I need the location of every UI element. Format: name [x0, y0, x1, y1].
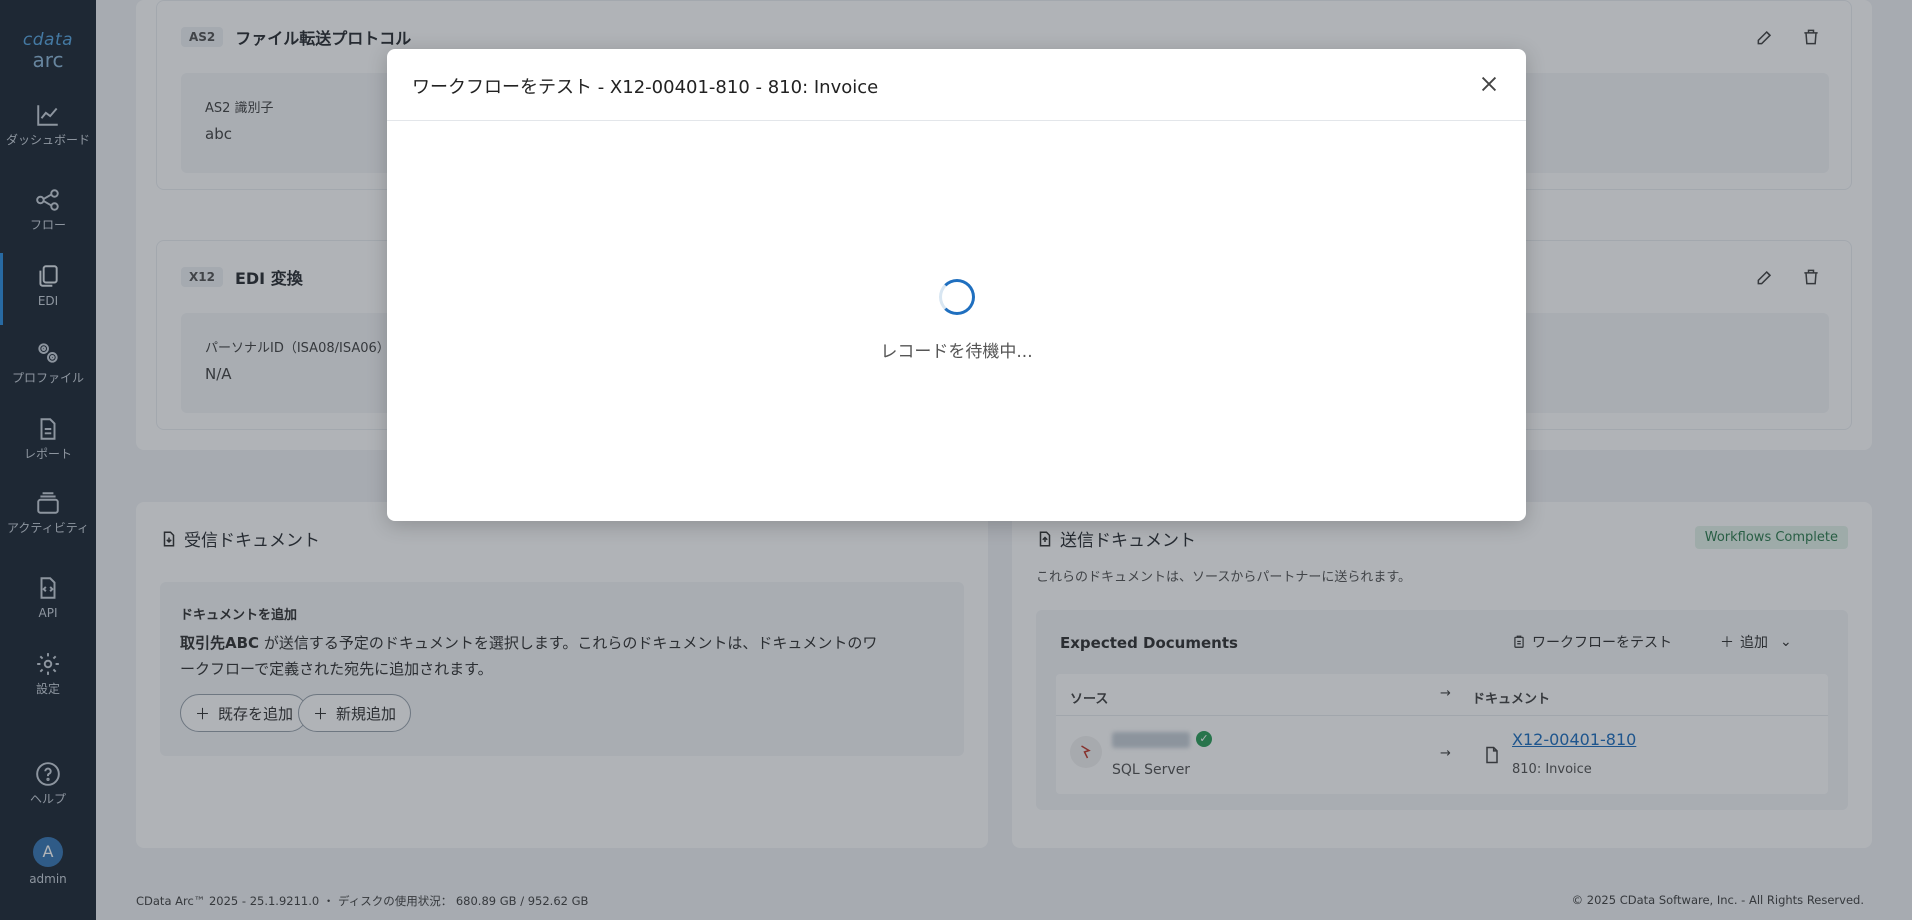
- waiting-message: レコードを待機中...: [880, 342, 1033, 362]
- modal-header: ワークフローをテスト - X12-00401-810 - 810: Invoic…: [387, 49, 1526, 121]
- test-workflow-modal: ワークフローをテスト - X12-00401-810 - 810: Invoic…: [387, 49, 1526, 521]
- modal-title: ワークフローをテスト - X12-00401-810 - 810: Invoic…: [412, 77, 879, 98]
- close-icon[interactable]: [1478, 73, 1500, 95]
- loading-spinner: [939, 279, 975, 315]
- modal-overlay[interactable]: ワークフローをテスト - X12-00401-810 - 810: Invoic…: [0, 0, 1912, 920]
